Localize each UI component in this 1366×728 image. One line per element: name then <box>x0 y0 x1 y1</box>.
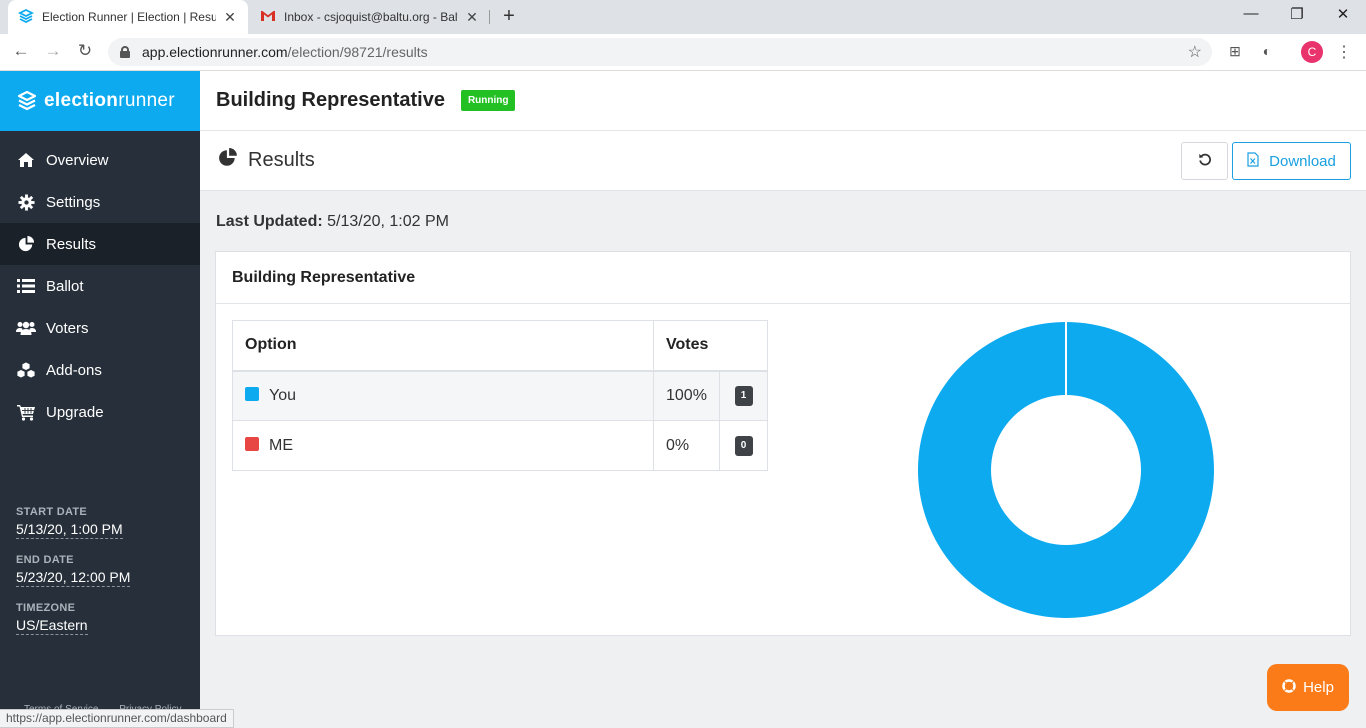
option-column-header: Option <box>232 320 654 372</box>
home-icon <box>16 152 36 168</box>
vote-count-badge: 1 <box>734 386 753 407</box>
last-updated: Last Updated: 5/13/20, 1:02 PM <box>216 213 449 231</box>
extension-circle-icon[interactable]: ◐ <box>1258 43 1276 59</box>
votes-column-header: Votes <box>653 320 768 372</box>
electionrunner-favicon-icon <box>17 8 35 27</box>
url-host: app.electionrunner.com <box>142 44 288 60</box>
sidebar-item-results[interactable]: Results <box>0 223 200 265</box>
tab-title: Inbox - csjoquist@baltu.org - Baltu <box>284 10 458 24</box>
help-label: Help <box>1303 679 1334 696</box>
start-date-label: START DATE <box>16 506 88 518</box>
percent-cell: 0% <box>653 420 720 471</box>
status-badge: Running <box>460 90 516 111</box>
cubes-icon <box>16 361 36 379</box>
last-updated-label: Last Updated: <box>216 213 323 230</box>
sidebar-item-label: Settings <box>46 193 101 211</box>
brand-name-bold: election <box>44 90 119 111</box>
close-tab-icon[interactable]: ✕ <box>222 9 238 26</box>
table-row: You 100% 1 <box>232 370 768 421</box>
start-date-value[interactable]: 5/13/20, 1:00 PM <box>16 521 123 539</box>
browser-tab-bar: Election Runner | Election | Results ✕ I… <box>0 0 1366 34</box>
table-header-row: Option Votes <box>232 320 768 372</box>
option-name: You <box>269 386 296 404</box>
election-dates: START DATE 5/13/20, 1:00 PM END DATE 5/2… <box>16 491 131 635</box>
electionrunner-logo-icon <box>17 90 37 111</box>
sidebar-item-label: Ballot <box>46 277 84 295</box>
sidebar-item-label: Add-ons <box>46 361 102 379</box>
download-label: Download <box>1269 152 1336 170</box>
profile-avatar[interactable]: C <box>1301 41 1323 63</box>
sidebar-item-label: Voters <box>46 319 89 337</box>
list-icon <box>16 278 36 294</box>
sidebar-item-voters[interactable]: Voters <box>0 307 200 349</box>
reload-icon[interactable]: ↻ <box>74 41 96 61</box>
count-cell: 0 <box>719 420 768 471</box>
end-date-value[interactable]: 5/23/20, 12:00 PM <box>16 569 131 587</box>
sidebar-menu: Overview Settings Results Ballot Voters … <box>0 139 200 433</box>
users-icon <box>16 320 36 336</box>
url-path: /election/98721/results <box>287 44 428 60</box>
sidebar-item-label: Overview <box>46 151 109 169</box>
refresh-icon <box>1198 152 1212 171</box>
results-table: Option Votes You 100% 1 ME 0% 0 <box>232 320 768 471</box>
tab-title: Election Runner | Election | Results <box>42 10 216 24</box>
results-card: Building Representative Option Votes You… <box>215 251 1351 636</box>
brand-name-light: runner <box>118 90 175 111</box>
sidebar-item-ballot[interactable]: Ballot <box>0 265 200 307</box>
color-swatch <box>245 436 259 451</box>
count-cell: 1 <box>719 370 768 421</box>
option-cell: You <box>232 370 654 421</box>
table-row: ME 0% 0 <box>232 420 768 471</box>
option-name: ME <box>269 436 293 454</box>
pie-chart-icon <box>16 235 36 253</box>
percent-cell: 100% <box>653 370 720 421</box>
sidebar-item-settings[interactable]: Settings <box>0 181 200 223</box>
sidebar: electionrunner Overview Settings Results… <box>0 71 200 728</box>
page-title: Building Representative <box>216 89 445 111</box>
timezone-value[interactable]: US/Eastern <box>16 617 88 635</box>
sidebar-item-label: Upgrade <box>46 403 104 421</box>
bookmark-star-icon[interactable]: ☆ <box>1188 42 1202 62</box>
status-bar-url: https://app.electionrunner.com/dashboard <box>0 709 234 728</box>
sidebar-item-label: Results <box>46 235 97 253</box>
last-updated-value: 5/13/20, 1:02 PM <box>327 213 449 230</box>
timezone-label: TIMEZONE <box>16 602 76 614</box>
section-title: Results <box>248 149 315 171</box>
sidebar-item-upgrade[interactable]: Upgrade <box>0 391 200 433</box>
sidebar-item-add-ons[interactable]: Add-ons <box>0 349 200 391</box>
pie-chart-icon <box>218 148 238 173</box>
browser-toolbar: ← → ↻ app.electionrunner.com/election/98… <box>0 34 1366 71</box>
address-bar[interactable]: app.electionrunner.com/election/98721/re… <box>108 38 1212 66</box>
back-icon[interactable]: ← <box>10 41 32 61</box>
gear-icon <box>16 193 36 211</box>
download-button[interactable]: Download <box>1232 142 1351 180</box>
color-swatch <box>245 386 259 401</box>
election-header: Building Representative Running <box>200 71 1366 131</box>
close-tab-icon[interactable]: ✕ <box>464 9 480 26</box>
forward-icon[interactable]: → <box>42 41 64 61</box>
gmail-icon <box>260 10 276 25</box>
excel-file-icon <box>1247 151 1259 171</box>
restore-icon[interactable]: ❐ <box>1274 5 1320 23</box>
minimize-icon[interactable]: — <box>1228 5 1274 22</box>
end-date-label: END DATE <box>16 554 74 566</box>
brand-logo[interactable]: electionrunner <box>0 71 200 131</box>
lock-icon <box>120 46 130 58</box>
results-toolbar: Results Download <box>200 131 1366 191</box>
help-button[interactable]: Help <box>1267 664 1349 711</box>
close-window-icon[interactable]: ✕ <box>1320 5 1366 23</box>
card-title: Building Representative <box>216 252 1350 304</box>
results-donut-chart <box>918 322 1214 618</box>
vote-count-badge: 0 <box>734 436 753 456</box>
cart-icon <box>16 404 36 421</box>
browser-tab-gmail[interactable]: Inbox - csjoquist@baltu.org - Baltu ✕ <box>250 0 490 34</box>
option-cell: ME <box>232 420 654 471</box>
browser-menu-icon[interactable]: ⋮ <box>1336 42 1352 62</box>
browser-tab-active[interactable]: Election Runner | Election | Results ✕ <box>8 0 248 34</box>
sidebar-item-overview[interactable]: Overview <box>0 139 200 181</box>
extension-grid-icon[interactable]: ⊞ <box>1226 43 1244 60</box>
lifebuoy-icon <box>1282 678 1296 697</box>
refresh-button[interactable] <box>1181 142 1228 180</box>
new-tab-icon[interactable]: + <box>498 5 520 28</box>
